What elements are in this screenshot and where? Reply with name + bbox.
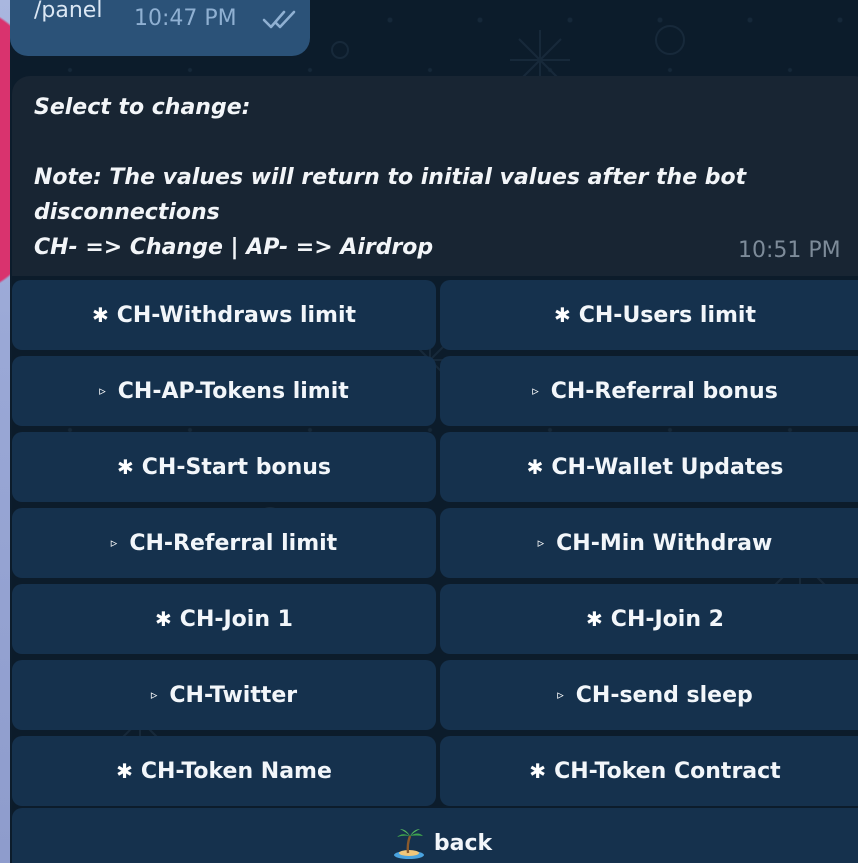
button-label: CH-Referral bonus xyxy=(550,378,778,404)
button-label: CH-Users limit xyxy=(578,302,756,328)
outgoing-message-bubble[interactable]: /panel 10:47 PM xyxy=(10,0,310,56)
ch-withdraws-limit-button[interactable]: ✱ CH-Withdraws limit xyxy=(12,280,436,350)
incoming-message-time: 10:51 PM xyxy=(738,238,841,263)
ch-join-2-button[interactable]: ✱ CH-Join 2 xyxy=(440,584,858,654)
triangle-icon: ▹ xyxy=(557,687,564,703)
button-label: CH-Twitter xyxy=(169,682,298,708)
button-label: CH-Referral limit xyxy=(129,530,338,556)
button-label: CH-Start bonus xyxy=(141,454,331,480)
ch-wallet-updates-button[interactable]: ✱ CH-Wallet Updates xyxy=(440,432,858,502)
ch-ap-tokens-limit-button[interactable]: ▹ CH-AP-Tokens limit xyxy=(12,356,436,426)
ch-token-name-button[interactable]: ✱ CH-Token Name xyxy=(12,736,436,806)
message-line: Select to change: xyxy=(34,95,251,120)
button-label: CH-send sleep xyxy=(575,682,753,708)
back-button[interactable]: back xyxy=(12,808,858,863)
button-label: CH-Wallet Updates xyxy=(551,454,784,480)
triangle-icon: ▹ xyxy=(110,535,118,551)
message-line xyxy=(34,125,734,160)
message-line: CH- => Change | AP- => Airdrop xyxy=(34,235,434,260)
button-label: CH-Token Contract xyxy=(554,758,781,784)
ch-join-1-button[interactable]: ✱ CH-Join 1 xyxy=(12,584,436,654)
ch-referral-limit-button[interactable]: ▹ CH-Referral limit xyxy=(12,508,436,578)
button-label: CH-Token Name xyxy=(140,758,332,784)
ch-min-withdraw-button[interactable]: ▹ CH-Min Withdraw xyxy=(440,508,858,578)
chat-area[interactable]: /panel 10:47 PM Select to change: Note: … xyxy=(10,0,858,863)
triangle-icon: ▹ xyxy=(99,383,106,399)
outgoing-message-text: /panel xyxy=(34,0,103,23)
ch-twitter-button[interactable]: ▹ CH-Twitter xyxy=(12,660,436,730)
ch-send-sleep-button[interactable]: ▹ CH-send sleep xyxy=(440,660,858,730)
palm-island-icon xyxy=(393,829,424,859)
incoming-message-text: Select to change: Note: The values will … xyxy=(34,90,747,265)
triangle-icon: ▹ xyxy=(532,383,539,399)
button-label: CH-Withdraws limit xyxy=(116,302,357,328)
ch-token-contract-button[interactable]: ✱ CH-Token Contract xyxy=(440,736,858,806)
button-label: CH-Min Withdraw xyxy=(556,530,773,556)
asterisk-icon: ✱ xyxy=(586,607,603,631)
triangle-icon: ▹ xyxy=(150,687,158,703)
asterisk-icon: ✱ xyxy=(526,455,544,479)
message-line: Note: The values will return to initial … xyxy=(34,165,747,190)
outgoing-message-time: 10:47 PM xyxy=(134,6,237,31)
button-label: CH-AP-Tokens limit xyxy=(117,378,349,404)
button-label: CH-Join 1 xyxy=(179,606,293,632)
asterisk-icon: ✱ xyxy=(553,303,571,327)
ch-start-bonus-button[interactable]: ✱ CH-Start bonus xyxy=(12,432,436,502)
telegram-chat-screen: /panel 10:47 PM Select to change: Note: … xyxy=(0,0,858,863)
back-label: back xyxy=(433,830,493,856)
ch-referral-bonus-button[interactable]: ▹ CH-Referral bonus xyxy=(440,356,858,426)
asterisk-icon: ✱ xyxy=(117,455,134,479)
asterisk-icon: ✱ xyxy=(116,759,133,783)
double-check-icon xyxy=(262,10,296,29)
message-line: disconnections xyxy=(34,200,220,225)
button-label: CH-Join 2 xyxy=(610,606,724,632)
triangle-icon: ▹ xyxy=(537,535,545,551)
incoming-message-bubble[interactable]: Select to change: Note: The values will … xyxy=(12,76,858,276)
asterisk-icon: ✱ xyxy=(529,759,547,783)
ch-users-limit-button[interactable]: ✱ CH-Users limit xyxy=(440,280,858,350)
asterisk-icon: ✱ xyxy=(155,607,172,631)
asterisk-icon: ✱ xyxy=(91,303,109,327)
